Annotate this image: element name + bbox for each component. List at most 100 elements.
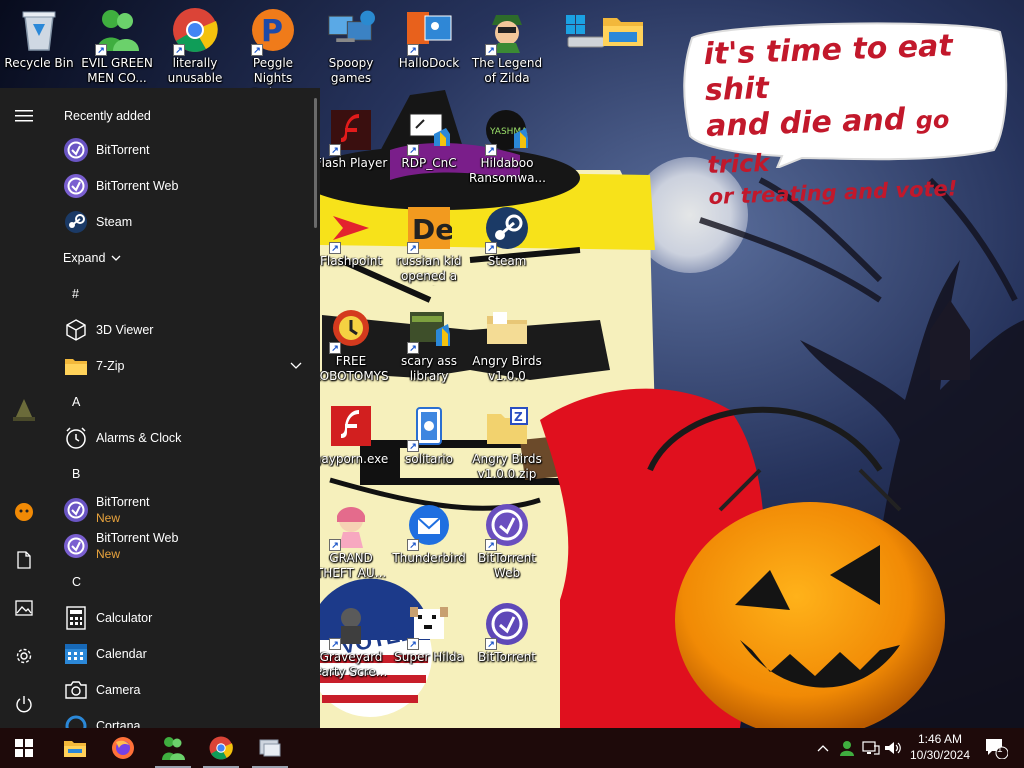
app-item-label: Calculator bbox=[96, 611, 153, 625]
app-item-cortana[interactable]: Cortana bbox=[48, 708, 316, 728]
desktop-icon-label: Spoopy games bbox=[328, 56, 374, 85]
app-item-7zip[interactable]: 7-Zip bbox=[48, 348, 316, 384]
desktop-icon-flash-player[interactable]: ↗ Flash Player bbox=[312, 102, 390, 198]
desktop-icon-super-hilda[interactable]: ↗ Super Hilda bbox=[390, 596, 468, 692]
shortcut-arrow-icon: ↗ bbox=[407, 242, 419, 254]
taskbar-clock[interactable]: 1:46 AM 10/30/2024 bbox=[902, 731, 978, 763]
expand-button[interactable]: Expand bbox=[48, 240, 316, 276]
section-header-a[interactable]: A bbox=[48, 384, 316, 420]
tray-volume[interactable] bbox=[882, 728, 904, 768]
desktop-icon-folder[interactable] bbox=[584, 2, 662, 98]
taskbar-app[interactable] bbox=[246, 728, 294, 768]
app-item-3d-viewer[interactable]: 3D Viewer bbox=[48, 312, 316, 348]
calculator-icon bbox=[62, 604, 90, 632]
start-menu: Recently added BitTorrent BitTorrent Web… bbox=[0, 88, 320, 728]
gear-icon bbox=[16, 648, 32, 664]
app-item-steam-recent[interactable]: Steam bbox=[48, 204, 316, 240]
desktop-icon-label: Graveyard Party Scre... bbox=[314, 650, 388, 679]
shortcut-arrow-icon: ↗ bbox=[485, 242, 497, 254]
settings-button[interactable] bbox=[0, 634, 48, 678]
desktop-icon-hallodock[interactable]: ↗ HalloDock bbox=[390, 2, 468, 98]
desktop-icon-angry-birds[interactable]: Angry Birds v1.0.0 bbox=[468, 300, 546, 396]
pictures-button[interactable] bbox=[0, 586, 48, 630]
desktop-icon-label: Angry Birds v1.0.0.zip bbox=[472, 452, 542, 481]
folder-icon bbox=[483, 304, 531, 352]
chrome-icon bbox=[209, 736, 233, 760]
desktop-icon-rdp[interactable]: ↗ RDP_CnC bbox=[390, 102, 468, 198]
desktop-icon-solitario[interactable]: ↗ solitario bbox=[390, 398, 468, 494]
app-item-calculator[interactable]: Calculator bbox=[48, 600, 316, 636]
hamburger-menu-button[interactable] bbox=[0, 94, 48, 138]
show-hidden-icons-button[interactable] bbox=[812, 728, 834, 768]
tray-network[interactable] bbox=[860, 728, 882, 768]
desktop-icon-russian-kid[interactable]: De ↗ russian kid opened a rat bbox=[390, 200, 468, 296]
desktop-icon-recycle-bin[interactable]: Recycle Bin bbox=[0, 2, 78, 98]
desktop-icon-label: Flashpoint bbox=[319, 254, 383, 268]
app-item-alarms[interactable]: Alarms & Clock bbox=[48, 420, 316, 456]
chrome-icon: ↗ bbox=[171, 6, 219, 56]
action-center-button[interactable]: 1 bbox=[976, 728, 1016, 768]
hildaboo-icon: YASHMA ↗ bbox=[483, 106, 531, 156]
documents-folder-button[interactable] bbox=[0, 538, 48, 582]
desktop-icon-label: Hildaboo Ransomwa... bbox=[469, 156, 546, 185]
user-account-button[interactable] bbox=[0, 388, 48, 432]
desktop-icon-free-lobotomys[interactable]: ↗ FREE LOBOTOMYS bbox=[312, 300, 390, 396]
desktop-icon-label: gayporn.exe bbox=[313, 452, 389, 466]
section-header-c[interactable]: C bbox=[48, 564, 316, 600]
app-list-scrollbar[interactable] bbox=[314, 98, 317, 228]
witch-hat-avatar-icon bbox=[13, 399, 35, 421]
desktop-icon-angry-birds-zip[interactable]: Z Angry Birds v1.0.0.zip bbox=[468, 398, 546, 494]
start-button[interactable] bbox=[0, 728, 48, 768]
power-icon bbox=[16, 696, 32, 713]
desktop-icon-bittorrent[interactable]: ↗ BitTorrent bbox=[468, 596, 546, 692]
desktop-icon-label: The Legend of Zilda bbox=[471, 56, 543, 85]
app-item-calendar[interactable]: Calendar bbox=[48, 636, 316, 672]
desktop-icon-peggle[interactable]: P ↗ Peggle Nights Deluxe bbox=[234, 2, 312, 98]
shortcut-arrow-icon: ↗ bbox=[329, 539, 341, 551]
app-item-bittorrent-recent[interactable]: BitTorrent bbox=[48, 132, 316, 168]
desktop-icon-literally-unusable[interactable]: ↗ literally unusable bbox=[156, 2, 234, 98]
power-button[interactable] bbox=[0, 682, 48, 726]
desktop-icon-zilda[interactable]: ↗ The Legend of Zilda bbox=[468, 2, 546, 98]
desktop-icon-gayporn[interactable]: gayporn.exe bbox=[312, 398, 390, 494]
app-item-camera[interactable]: Camera bbox=[48, 672, 316, 708]
start-menu-rail bbox=[0, 88, 48, 728]
desktop-icon-scary-ass[interactable]: ↗ scary ass library bbox=[390, 300, 468, 396]
desktop-icon-graveyard[interactable]: ↗ Graveyard Party Scre... bbox=[312, 596, 390, 692]
recycle-bin-icon bbox=[15, 6, 63, 54]
taskbar-green-men[interactable] bbox=[149, 728, 197, 768]
section-header-hash[interactable]: # bbox=[48, 276, 316, 312]
cortana-icon bbox=[62, 712, 90, 728]
desktop-icon-steam[interactable]: ↗ Steam bbox=[468, 200, 546, 296]
taskbar-chrome[interactable] bbox=[197, 728, 245, 768]
tray-green-men[interactable] bbox=[836, 728, 858, 768]
desktop-icon-label: Super Hilda bbox=[394, 650, 464, 664]
section-header-b[interactable]: B bbox=[48, 456, 316, 492]
app-item-bittorrent[interactable]: BitTorrent New bbox=[48, 492, 316, 528]
chevron-down-icon bbox=[290, 362, 302, 369]
desktop-icon-spoopy[interactable]: Spoopy games bbox=[312, 2, 390, 98]
window-app-icon bbox=[259, 739, 281, 757]
desktop-icon-bittorrent-web[interactable]: ↗ BitTorrent Web bbox=[468, 497, 546, 593]
documents-button[interactable] bbox=[0, 490, 48, 534]
shortcut-arrow-icon: ↗ bbox=[407, 342, 419, 354]
taskbar-file-explorer[interactable] bbox=[51, 728, 99, 768]
taskbar-firefox[interactable] bbox=[99, 728, 147, 768]
desktop-icon-label: RDP_CnC bbox=[401, 156, 457, 170]
desktop-icon-hildaboo[interactable]: YASHMA ↗ Hildaboo Ransomwa... bbox=[468, 102, 546, 198]
app-item-bittorrent-web-recent[interactable]: BitTorrent Web bbox=[48, 168, 316, 204]
desktop-icon-flashpoint[interactable]: ↗ Flashpoint bbox=[312, 200, 390, 296]
desktop-icon-label: EVIL GREEN MEN CO... bbox=[81, 56, 153, 85]
app-item-bittorrent-web[interactable]: BitTorrent Web New bbox=[48, 528, 316, 564]
shortcut-arrow-icon: ↗ bbox=[329, 342, 341, 354]
notification-icon bbox=[986, 739, 1008, 759]
app-item-label: Camera bbox=[96, 683, 141, 697]
desktop-icon-thunderbird[interactable]: ↗ Thunderbird bbox=[390, 497, 468, 593]
rdp-icon: ↗ bbox=[405, 106, 453, 156]
desktop-icon-gta[interactable]: ↗ GRAND THEFT AU... bbox=[312, 497, 390, 593]
shortcut-arrow-icon: ↗ bbox=[329, 242, 341, 254]
desktop-icon-label: BitTorrent Web bbox=[478, 551, 536, 580]
flash-player-icon bbox=[327, 402, 375, 450]
desktop-icon-evil-green-men[interactable]: ↗ EVIL GREEN MEN CO... bbox=[78, 2, 156, 98]
svg-text:P: P bbox=[261, 14, 283, 49]
